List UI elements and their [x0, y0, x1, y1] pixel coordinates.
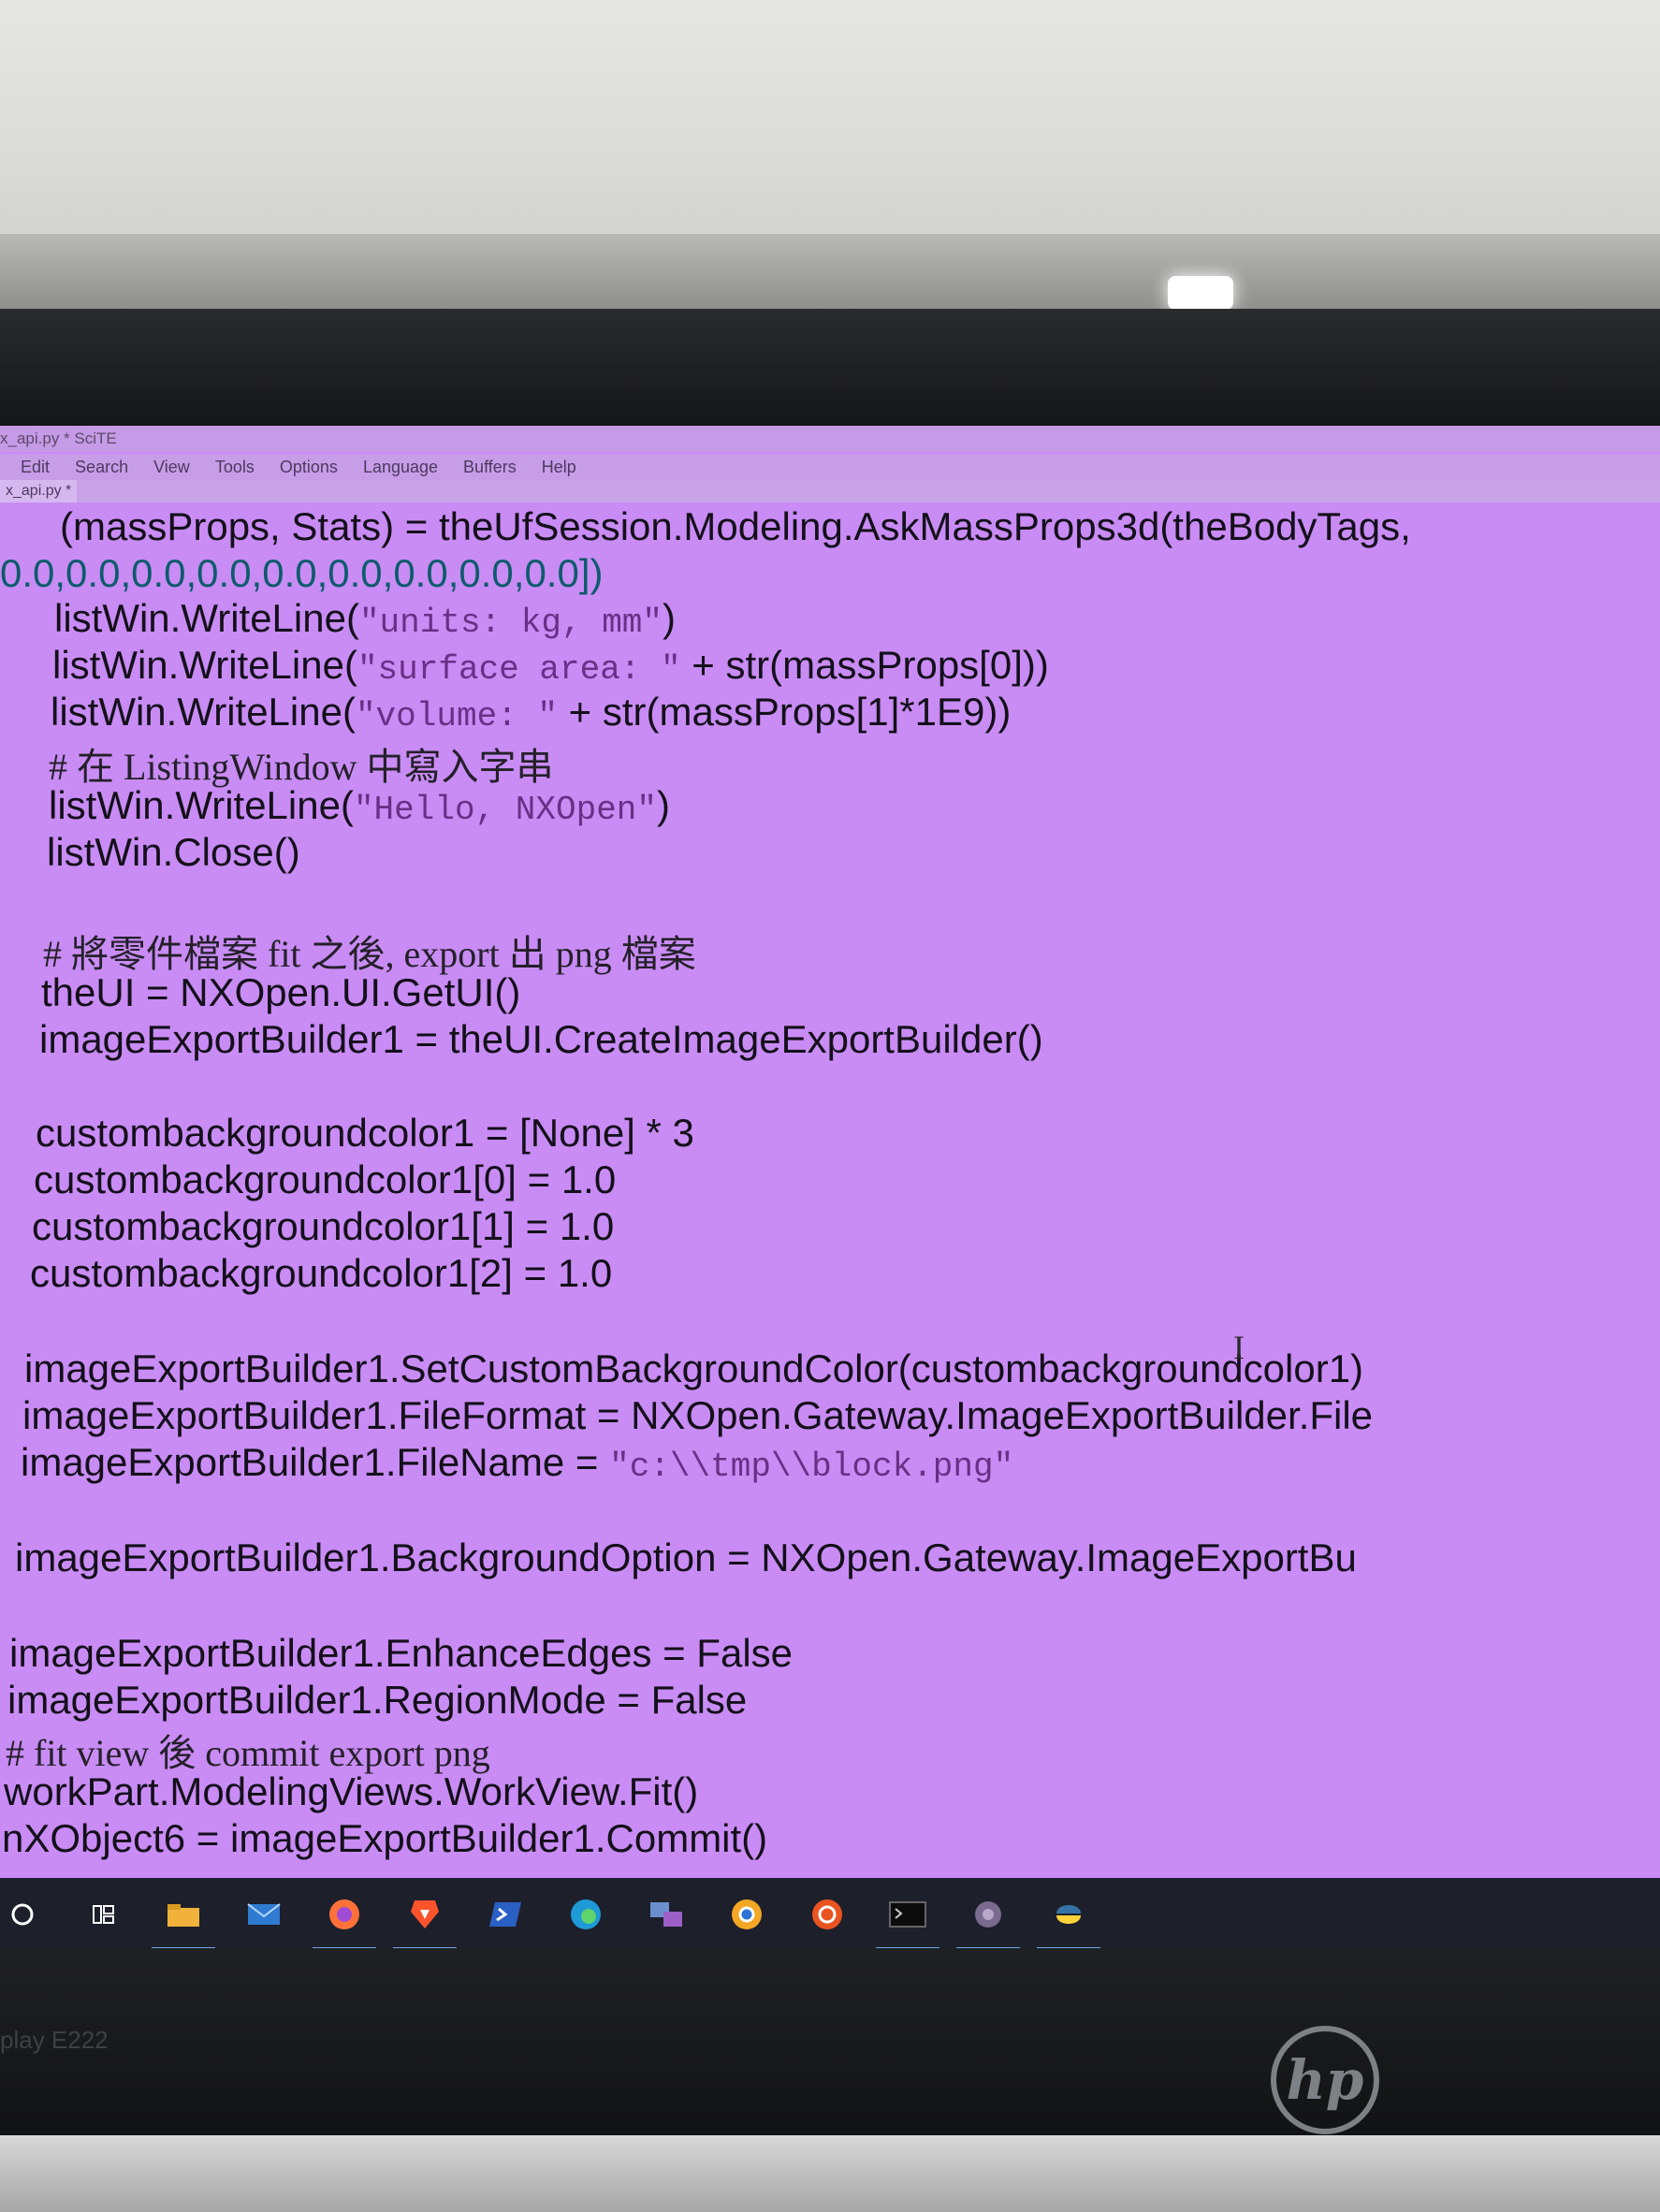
chrome-icon[interactable] — [724, 1892, 769, 1937]
menu-view[interactable]: View — [153, 454, 190, 480]
monitor-bezel-bottom — [0, 1948, 1660, 2135]
code-line: listWin.WriteLine("Hello, NXOpen") — [49, 783, 670, 829]
code-text: listWin.WriteLine( — [49, 783, 354, 827]
code-line: custombackgroundcolor1[0] = 1.0 — [34, 1157, 617, 1201]
code-text: ) — [663, 596, 677, 640]
code-line: imageExportBuilder1.SetCustomBackgroundC… — [24, 1346, 1364, 1390]
code-line: custombackgroundcolor1[2] = 1.0 — [30, 1251, 613, 1295]
code-line: (massProps, Stats) = theUfSession.Modeli… — [60, 504, 1411, 549]
hp-logo-icon: hp — [1271, 2026, 1379, 2134]
code-text: ) — [657, 783, 671, 827]
code-text: (massProps, Stats) = theUfSession.Modeli… — [60, 504, 1411, 548]
menu-bar: Edit Search View Tools Options Language … — [0, 454, 1660, 480]
code-line: listWin.WriteLine("surface area: " + str… — [52, 643, 1049, 689]
window-title: x_api.py * SciTE — [0, 426, 1660, 452]
code-line: listWin.WriteLine("units: kg, mm") — [54, 596, 676, 642]
task-view-icon[interactable] — [80, 1892, 125, 1937]
code-line: imageExportBuilder1.BackgroundOption = N… — [15, 1535, 1357, 1579]
scite-icon[interactable] — [956, 1892, 1020, 1950]
desk-surface — [0, 2135, 1660, 2212]
code-line: nXObject6 = imageExportBuilder1.Commit() — [2, 1816, 768, 1860]
edge-icon[interactable] — [563, 1892, 608, 1937]
menu-buffers[interactable]: Buffers — [463, 454, 517, 480]
code-line: imageExportBuilder1.RegionMode = False — [7, 1678, 748, 1722]
firefox-icon[interactable] — [313, 1892, 376, 1950]
menu-search[interactable]: Search — [75, 454, 128, 480]
mail-icon[interactable] — [241, 1892, 286, 1937]
text-cursor-icon: I — [1233, 1329, 1245, 1366]
code-text: + str(massProps[1]*1E9)) — [558, 690, 1012, 734]
menu-language[interactable]: Language — [363, 454, 438, 480]
menu-edit[interactable]: Edit — [21, 454, 50, 480]
string-literal: "units: kg, mm" — [358, 604, 663, 642]
menu-tools[interactable]: Tools — [215, 454, 255, 480]
code-line: 0.0,0.0,0.0,0.0,0.0,0.0,0.0,0.0,0.0]) — [0, 551, 603, 596]
taskbar — [0, 1878, 1660, 1951]
code-line: imageExportBuilder1.EnhanceEdges = False — [9, 1631, 794, 1675]
code-text: + str(massProps[0])) — [680, 643, 1049, 687]
python-icon[interactable] — [1037, 1892, 1100, 1950]
code-line: imageExportBuilder1.FileName = "c:\\tmp\… — [21, 1440, 1013, 1486]
code-line: imageExportBuilder1 = theUI.CreateImageE… — [39, 1017, 1043, 1061]
code-text: listWin.WriteLine( — [54, 596, 359, 640]
ceiling — [0, 234, 1660, 309]
code-editor[interactable]: (massProps, Stats) = theUfSession.Modeli… — [0, 504, 1660, 1885]
code-line: custombackgroundcolor1[1] = 1.0 — [32, 1204, 615, 1248]
code-text: listWin.WriteLine( — [52, 643, 357, 687]
string-literal: "volume: " — [355, 697, 558, 735]
string-literal: "c:\\tmp\\block.png" — [609, 1448, 1014, 1486]
monitor-model-label: play E222 — [0, 2026, 109, 2054]
brand-text: hp — [1286, 2048, 1364, 2112]
search-icon[interactable] — [0, 1892, 45, 1937]
menu-options[interactable]: Options — [280, 454, 338, 480]
code-line: theUI = NXOpen.UI.GetUI() — [41, 970, 521, 1014]
file-explorer-icon[interactable] — [152, 1892, 215, 1950]
code-line: workPart.ModelingViews.WorkView.Fit() — [4, 1769, 699, 1813]
powershell-icon[interactable] — [483, 1892, 528, 1937]
terminal-icon[interactable] — [876, 1892, 939, 1950]
ceiling-light — [1168, 276, 1233, 310]
monitor-screen: x_api.py * SciTE Edit Search View Tools … — [0, 426, 1660, 1951]
tab-x-api[interactable]: x_api.py * — [0, 480, 78, 502]
string-literal: "Hello, NXOpen" — [353, 791, 658, 829]
brave-icon[interactable] — [393, 1892, 457, 1950]
code-line: custombackgroundcolor1 = [None] * 3 — [36, 1111, 694, 1155]
code-text: 0.0,0.0,0.0,0.0,0.0,0.0,0.0,0.0,0.0]) — [0, 551, 604, 595]
buffer-tabs: x_api.py * — [0, 480, 1660, 502]
code-line: listWin.WriteLine("volume: " + str(massP… — [51, 690, 1011, 735]
string-literal: "surface area: " — [357, 650, 681, 689]
menu-help[interactable]: Help — [542, 454, 576, 480]
code-text: imageExportBuilder1.FileName = — [21, 1440, 610, 1484]
code-line: imageExportBuilder1.FileFormat = NXOpen.… — [22, 1393, 1374, 1437]
code-line: listWin.Close() — [47, 830, 300, 874]
ubuntu-icon[interactable] — [805, 1892, 850, 1937]
code-text: listWin.WriteLine( — [51, 690, 356, 734]
network-icon[interactable] — [644, 1892, 689, 1937]
monitor-bezel-top — [0, 309, 1660, 426]
